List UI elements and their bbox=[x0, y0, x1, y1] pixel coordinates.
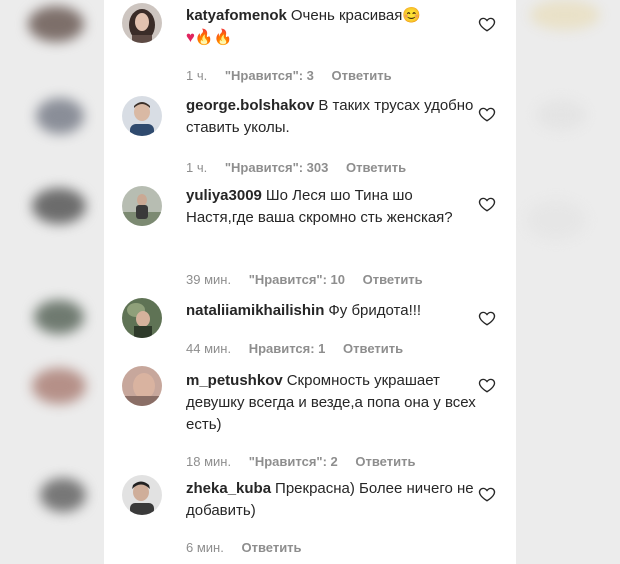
comment-username[interactable]: m_petushkov bbox=[186, 372, 283, 389]
comment-meta: 1 ч. "Нравится": 3 Ответить bbox=[186, 68, 406, 83]
comment-time: 1 ч. bbox=[186, 160, 208, 175]
avatar[interactable] bbox=[122, 366, 162, 406]
comment-likes-count[interactable]: "Нравится": 303 bbox=[225, 160, 329, 175]
comment-emoji-line: ♥♥🔥🔥🔥🔥 bbox=[186, 29, 232, 46]
blurred-background-left bbox=[0, 0, 104, 564]
comment-meta: 39 мин. "Нравится": 10 Ответить bbox=[186, 272, 437, 287]
comment-meta: 1 ч. "Нравится": 303 Ответить bbox=[186, 160, 420, 175]
comment-time: 39 мин. bbox=[186, 272, 232, 287]
comment-time: 18 мин. bbox=[186, 454, 232, 469]
heart-outline-icon[interactable] bbox=[478, 376, 496, 394]
reply-button[interactable]: Ответить bbox=[332, 68, 392, 83]
reply-button[interactable]: Ответить bbox=[355, 454, 415, 469]
avatar[interactable] bbox=[122, 475, 162, 515]
comment-text-block: katyafomenokОчень красивая😊 ♥♥🔥🔥🔥🔥 bbox=[186, 5, 476, 49]
heart-outline-icon[interactable] bbox=[478, 15, 496, 33]
comment-likes-count[interactable]: "Нравится": 3 bbox=[225, 68, 314, 83]
fire-icon: 🔥 bbox=[213, 29, 233, 46]
heart-outline-icon[interactable] bbox=[478, 309, 496, 327]
comment-text-block: yuliya3009 Шо Леся шо Тина шо Настя,где в… bbox=[186, 185, 476, 229]
comment-meta: 44 мин. Нравится: 1 Ответить bbox=[186, 341, 417, 356]
comment-text-block: zheka_kuba Прекрасна) Более ничего не доб… bbox=[186, 478, 476, 522]
comment-meta: 18 мин. "Нравится": 2 Ответить bbox=[186, 454, 429, 469]
comment-likes-count[interactable]: "Нравится": 2 bbox=[249, 454, 338, 469]
fire-icon: 🔥 bbox=[194, 29, 214, 46]
comment-text: Очень красивая😊 bbox=[290, 7, 422, 24]
comment-meta: 6 мин. Ответить bbox=[186, 540, 316, 555]
avatar[interactable] bbox=[122, 96, 162, 136]
comment-text-block: m_petushkov Скромность украшает девушку в… bbox=[186, 370, 476, 436]
blurred-background-right bbox=[516, 0, 620, 564]
comment-time: 44 мин. bbox=[186, 341, 232, 356]
avatar[interactable] bbox=[122, 3, 162, 43]
reply-button[interactable]: Ответить bbox=[241, 540, 301, 555]
reply-button[interactable]: Ответить bbox=[343, 341, 403, 356]
heart-outline-icon[interactable] bbox=[478, 195, 496, 213]
comment-likes-count[interactable]: Нравится: 1 bbox=[249, 341, 326, 356]
comment-username[interactable]: yuliya3009 bbox=[186, 187, 262, 204]
avatar[interactable] bbox=[122, 186, 162, 226]
comment-time: 6 мин. bbox=[186, 540, 224, 555]
avatar[interactable] bbox=[122, 298, 162, 338]
comment-username[interactable]: george.bolshakov bbox=[186, 97, 314, 114]
comment-text: Фу бридота!!! bbox=[328, 302, 422, 319]
reply-button[interactable]: Ответить bbox=[363, 272, 423, 287]
comment-text-block: nataliiamikhailishin Фу бридота!!! bbox=[186, 300, 476, 322]
red-heart-icon: ♥ bbox=[186, 29, 195, 46]
heart-outline-icon[interactable] bbox=[478, 105, 496, 123]
comment-likes-count[interactable]: "Нравится": 10 bbox=[249, 272, 345, 287]
comment-username[interactable]: zheka_kuba bbox=[186, 480, 271, 497]
comment-username[interactable]: nataliiamikhailishin bbox=[186, 302, 324, 319]
comment-username[interactable]: katyafomenok bbox=[186, 7, 287, 24]
comment-text-block: george.bolshakov В таких трусах удобно ст… bbox=[186, 95, 476, 139]
heart-outline-icon[interactable] bbox=[478, 485, 496, 503]
comment-time: 1 ч. bbox=[186, 68, 208, 83]
reply-button[interactable]: Ответить bbox=[346, 160, 406, 175]
comments-panel: katyafomenokОчень красивая😊 ♥♥🔥🔥🔥🔥 1 ч. … bbox=[104, 0, 516, 564]
